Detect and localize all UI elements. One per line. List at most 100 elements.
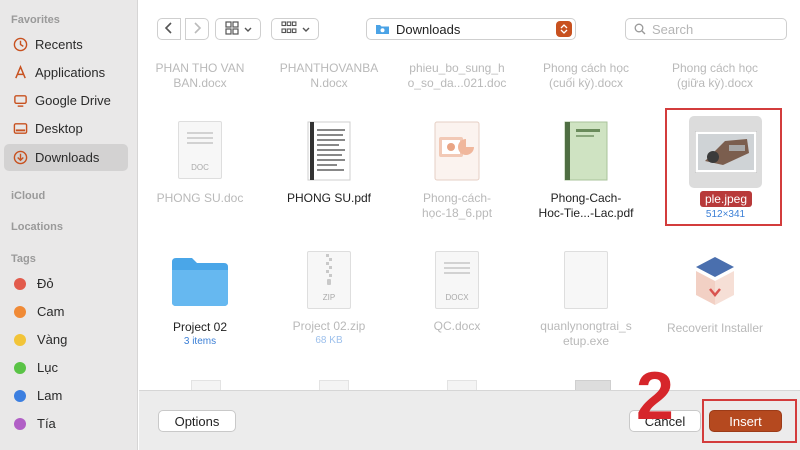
options-button[interactable]: Options xyxy=(158,410,236,432)
folder-icon xyxy=(375,23,390,35)
file-name: QC.docx xyxy=(433,319,481,333)
sidebar-item-label: Lam xyxy=(37,388,63,403)
ppt-file-icon xyxy=(433,121,481,181)
location-popup[interactable]: Downloads xyxy=(366,18,576,40)
doc-file-icon: DOC xyxy=(178,121,222,179)
pdf-cover-icon xyxy=(564,121,608,181)
tags-heading: Tags xyxy=(11,253,36,265)
file-item[interactable]: PHAN THO VAN BAN.docx xyxy=(139,61,264,91)
file-name: PHONG SU.doc xyxy=(156,191,244,205)
sidebar-item-label: Tía xyxy=(37,416,56,431)
search-icon xyxy=(634,23,646,35)
sidebar-item-label: Lục xyxy=(37,360,58,375)
step-number-annotation: 2 xyxy=(636,358,674,434)
sidebar: Favorites Recents Applications Google Dr… xyxy=(0,0,138,450)
file-subtitle: 3 items xyxy=(183,336,217,347)
search-placeholder: Search xyxy=(652,21,694,37)
installer-icon xyxy=(690,251,740,309)
sidebar-tag-tia[interactable]: Tía xyxy=(4,410,128,437)
file-badge: ZIP xyxy=(322,293,336,302)
file-item[interactable]: Phong cách học (giữa kỳ).docx xyxy=(651,61,779,91)
sidebar-tag-vang[interactable]: Vàng xyxy=(4,326,128,353)
folder-item[interactable]: Project 02 3 items xyxy=(139,256,264,348)
view-icons-button[interactable] xyxy=(215,18,261,40)
file-badge: DOC xyxy=(191,163,209,172)
applications-icon xyxy=(12,65,28,81)
zip-file-icon: ZIP xyxy=(307,251,351,309)
partial-file-icon xyxy=(319,380,349,390)
file-item[interactable]: DOCX QC.docx xyxy=(393,251,521,334)
file-item[interactable]: Phong cách học (cuối kỳ).docx xyxy=(522,61,650,91)
chevron-left-icon xyxy=(164,21,174,37)
file-subtitle: 68 KB xyxy=(315,335,343,346)
file-name: Phong cách học xyxy=(542,61,630,75)
file-item[interactable]: DOC PHONG SU.doc xyxy=(139,121,264,206)
file-item[interactable]: ZIP Project 02.zip 68 KB xyxy=(265,251,393,347)
chevron-right-icon xyxy=(192,21,202,37)
pdf-file-icon xyxy=(307,121,351,181)
sidebar-item-downloads[interactable]: Downloads xyxy=(4,144,128,171)
tag-purple-dot xyxy=(14,417,26,430)
file-name: (cuối kỳ).docx xyxy=(548,76,624,90)
file-item[interactable]: Phong-cách- học-18_6.ppt xyxy=(393,121,521,221)
sidebar-tag-luc[interactable]: Lục xyxy=(4,354,128,381)
sidebar-tag-cam[interactable]: Cam xyxy=(4,298,128,325)
file-name: o_so_da...021.doc xyxy=(407,76,507,90)
bottom-bar: Options Cancel Insert xyxy=(139,390,800,450)
tag-blue-dot xyxy=(14,389,26,402)
clock-icon xyxy=(12,37,28,53)
partial-file-icon xyxy=(447,380,477,390)
group-button[interactable] xyxy=(271,18,319,40)
sidebar-item-label: Vàng xyxy=(37,332,68,347)
tag-green-dot xyxy=(14,361,26,374)
insert-highlight-box xyxy=(702,399,797,443)
grid-view-icon xyxy=(224,20,239,38)
partial-file-icon xyxy=(191,380,221,390)
icloud-heading: iCloud xyxy=(11,190,46,202)
location-label: Downloads xyxy=(396,21,461,37)
file-name: Phong-cách- xyxy=(422,191,492,205)
sidebar-item-label: Google Drive xyxy=(35,93,111,108)
exe-file-icon xyxy=(564,251,608,309)
chevron-updown-icon xyxy=(556,21,572,37)
search-field[interactable]: Search xyxy=(625,18,787,40)
tag-yellow-dot xyxy=(14,333,26,346)
file-item[interactable]: Recoverit Installer xyxy=(651,251,779,336)
file-name: Hoc-Tie...-Lac.pdf xyxy=(538,206,634,220)
file-name: PHONG SU.pdf xyxy=(286,191,372,205)
file-name: N.docx xyxy=(310,76,348,90)
sidebar-item-label: Đỏ xyxy=(37,276,54,291)
back-button[interactable] xyxy=(157,18,181,40)
file-item[interactable]: quanlynongtrai_s etup.exe xyxy=(522,251,650,349)
file-item[interactable]: PHANTHOVANBA N.docx xyxy=(265,61,393,91)
downloads-icon xyxy=(12,150,28,166)
sidebar-tag-lam[interactable]: Lam xyxy=(4,382,128,409)
file-name: etup.exe xyxy=(562,334,610,348)
folder-icon xyxy=(170,256,230,308)
group-grid-icon xyxy=(280,20,297,38)
locations-heading: Locations xyxy=(11,221,63,233)
file-name: Phong cách học xyxy=(671,61,759,75)
sidebar-item-google-drive[interactable]: Google Drive xyxy=(4,87,128,114)
favorites-heading: Favorites xyxy=(11,14,60,26)
toolbar: Downloads Search xyxy=(139,0,800,58)
file-name: phieu_bo_sung_h xyxy=(409,61,505,75)
file-name: Project 02.zip xyxy=(292,319,366,333)
sidebar-item-applications[interactable]: Applications xyxy=(4,59,128,86)
file-item[interactable]: PHONG SU.pdf xyxy=(265,121,393,206)
sidebar-item-desktop[interactable]: Desktop xyxy=(4,115,128,142)
docx-file-icon: DOCX xyxy=(435,251,479,309)
sidebar-item-recents[interactable]: Recents xyxy=(4,31,128,58)
sidebar-item-label: Desktop xyxy=(35,121,83,136)
sidebar-item-label: Downloads xyxy=(35,150,100,165)
desktop-icon xyxy=(12,121,28,137)
forward-button[interactable] xyxy=(185,18,209,40)
file-item[interactable]: Phong-Cach- Hoc-Tie...-Lac.pdf xyxy=(522,121,650,221)
file-name: Recoverit Installer xyxy=(666,321,764,335)
file-name: Phong-Cach- xyxy=(550,191,622,205)
sidebar-tag-do[interactable]: Đỏ xyxy=(4,270,128,297)
drive-icon xyxy=(12,93,28,109)
file-item[interactable]: phieu_bo_sung_h o_so_da...021.doc xyxy=(393,61,521,91)
sidebar-item-label: Cam xyxy=(37,304,65,319)
file-name: PHAN THO VAN xyxy=(155,61,245,75)
